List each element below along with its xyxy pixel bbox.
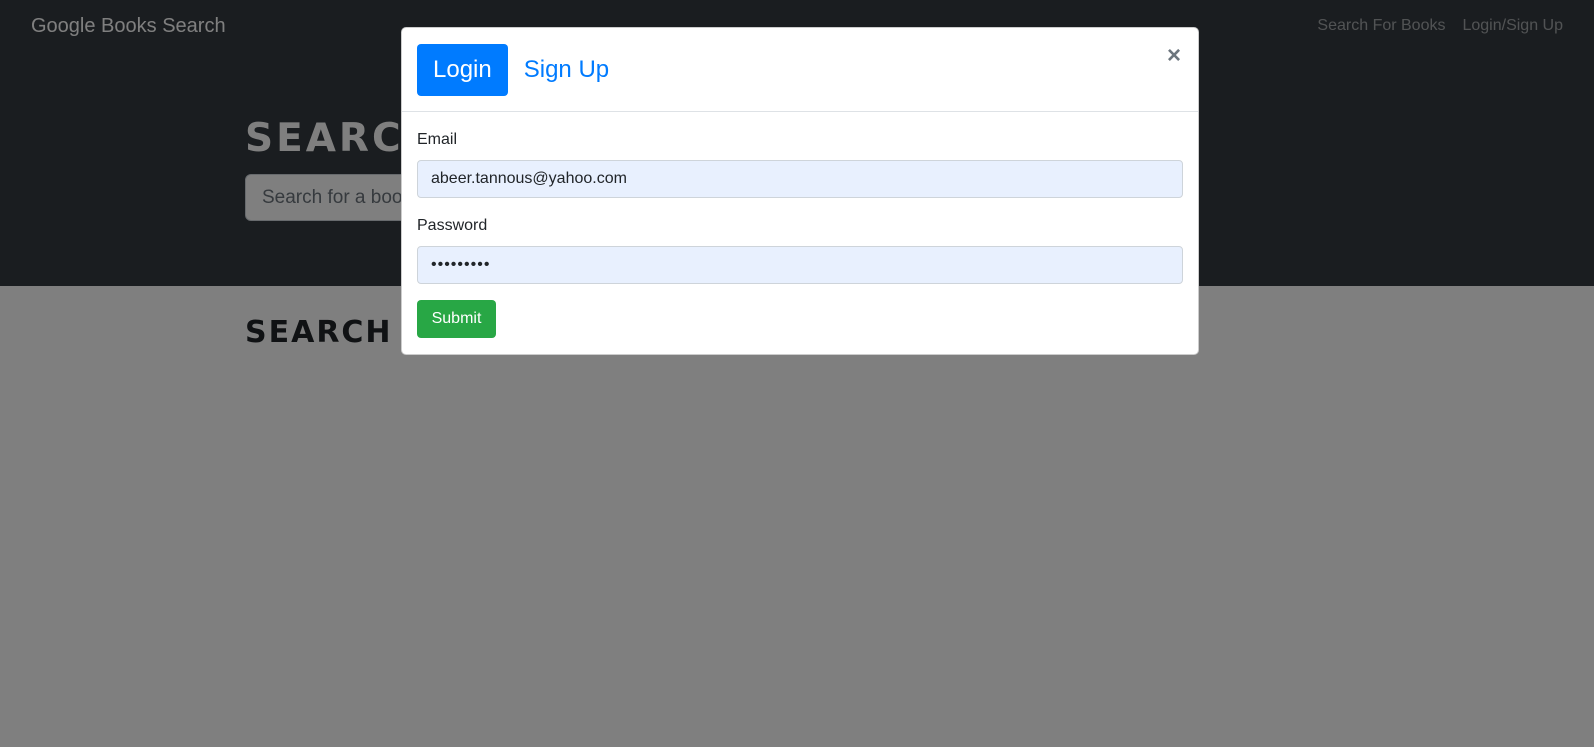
email-field[interactable]: abeer.tannous@yahoo.com [417,160,1183,198]
password-field[interactable]: ••••••••• [417,246,1183,284]
tab-sign-up[interactable]: Sign Up [508,44,625,96]
modal-body: Email abeer.tannous@yahoo.com Password •… [402,112,1198,338]
password-label: Password [417,217,488,234]
login-modal: Login Sign Up × Email abeer.tannous@yaho… [401,27,1199,355]
email-label: Email [417,131,458,148]
submit-button[interactable]: Submit [417,300,496,338]
close-icon[interactable]: × [1163,42,1185,70]
modal-header: Login Sign Up × [402,28,1198,112]
tab-login[interactable]: Login [417,43,508,96]
